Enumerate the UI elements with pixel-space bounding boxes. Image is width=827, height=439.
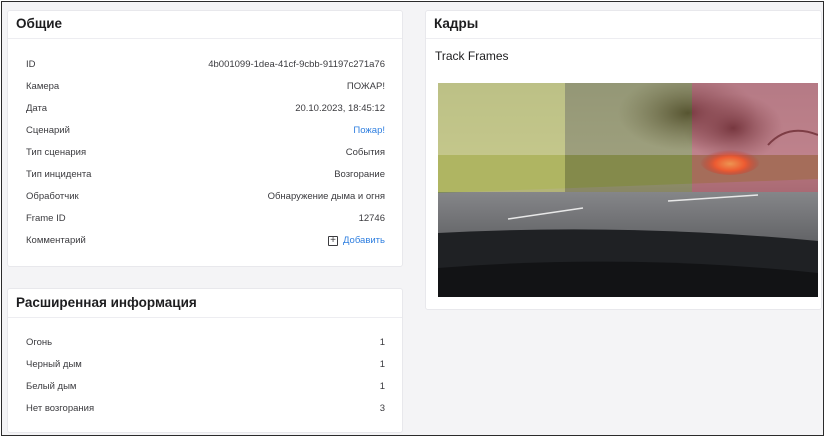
row-white-smoke: Белый дым 1 xyxy=(26,380,385,394)
add-comment-label: Добавить xyxy=(343,235,385,246)
track-frames-title: Track Frames xyxy=(435,49,509,63)
row-value: Возгорание xyxy=(334,169,385,180)
row-label: Камера xyxy=(26,81,60,92)
scenario-link[interactable]: Пожар! xyxy=(353,124,385,138)
row-label: Тип инцидента xyxy=(26,169,92,180)
row-id: ID 4b001099-1dea-41cf-9cbb-91197c271a76 xyxy=(26,58,385,72)
row-scenario: Сценарий Пожар! xyxy=(26,124,385,138)
track-frame-image[interactable] xyxy=(438,83,818,297)
row-label: Огонь xyxy=(26,337,53,348)
general-card-title: Общие xyxy=(8,11,402,39)
plus-square-icon: + xyxy=(328,236,338,246)
row-value: 3 xyxy=(379,403,385,414)
row-label: Белый дым xyxy=(26,381,77,392)
row-label: Комментарий xyxy=(26,235,86,246)
white-smoke-overlay xyxy=(438,83,565,192)
dashcam-scene xyxy=(438,83,818,297)
row-label: Черный дым xyxy=(26,359,82,370)
row-value: 20.10.2023, 18:45:12 xyxy=(295,103,385,114)
black-smoke-overlay xyxy=(565,83,692,192)
row-label: ID xyxy=(26,59,36,70)
extended-card-title: Расширенная информация xyxy=(8,289,402,318)
row-value: 1 xyxy=(379,337,385,348)
row-fire: Огонь 1 xyxy=(26,336,385,350)
row-label: Дата xyxy=(26,103,48,114)
row-incident-type: Тип инцидента Возгорание xyxy=(26,168,385,182)
row-value: События xyxy=(345,147,385,158)
row-value: 1 xyxy=(379,381,385,392)
row-label: Обработчик xyxy=(26,191,79,202)
row-label: Нет возгорания xyxy=(26,403,95,414)
row-camera: Камера ПОЖАР! xyxy=(26,80,385,94)
row-value: 1 xyxy=(379,359,385,370)
row-value: 4b001099-1dea-41cf-9cbb-91197c271a76 xyxy=(208,59,385,70)
row-date: Дата 20.10.2023, 18:45:12 xyxy=(26,102,385,116)
frames-card: Кадры Track Frames xyxy=(425,10,822,310)
window-frame: Общие ID 4b001099-1dea-41cf-9cbb-91197c2… xyxy=(1,1,824,436)
row-label: Frame ID xyxy=(26,213,66,224)
row-comment: Комментарий + Добавить xyxy=(26,234,385,248)
general-info-card: Общие ID 4b001099-1dea-41cf-9cbb-91197c2… xyxy=(7,10,403,267)
row-frame-id: Frame ID 12746 xyxy=(26,212,385,226)
row-no-fire: Нет возгорания 3 xyxy=(26,402,385,416)
row-value: ПОЖАР! xyxy=(346,81,385,92)
row-black-smoke: Черный дым 1 xyxy=(26,358,385,372)
fire-overlay xyxy=(692,83,818,192)
row-label: Тип сценария xyxy=(26,147,87,158)
add-comment-button[interactable]: + Добавить xyxy=(328,234,385,248)
row-value: 12746 xyxy=(358,213,385,224)
row-scenario-type: Тип сценария События xyxy=(26,146,385,160)
frames-card-title: Кадры xyxy=(426,11,821,39)
row-value: Обнаружение дыма и огня xyxy=(267,191,385,202)
row-handler: Обработчик Обнаружение дыма и огня xyxy=(26,190,385,204)
row-label: Сценарий xyxy=(26,125,70,136)
extended-info-card: Расширенная информация Огонь 1 Черный ды… xyxy=(7,288,403,433)
